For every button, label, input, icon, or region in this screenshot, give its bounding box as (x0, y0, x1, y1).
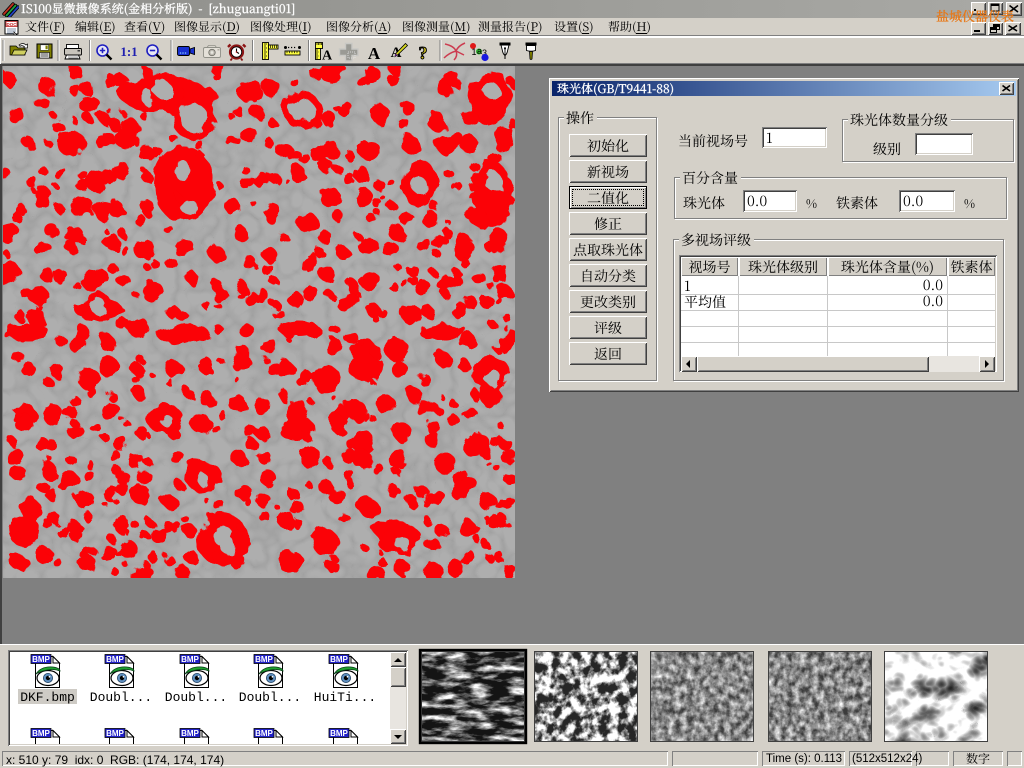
svg-text:DOC: DOC (7, 22, 18, 27)
svg-text:1: 1 (472, 47, 477, 57)
svg-text:A: A (368, 44, 381, 63)
svg-text:?: ? (419, 43, 428, 63)
svg-text:1:1: 1:1 (120, 44, 137, 59)
svg-text:A: A (322, 49, 333, 64)
